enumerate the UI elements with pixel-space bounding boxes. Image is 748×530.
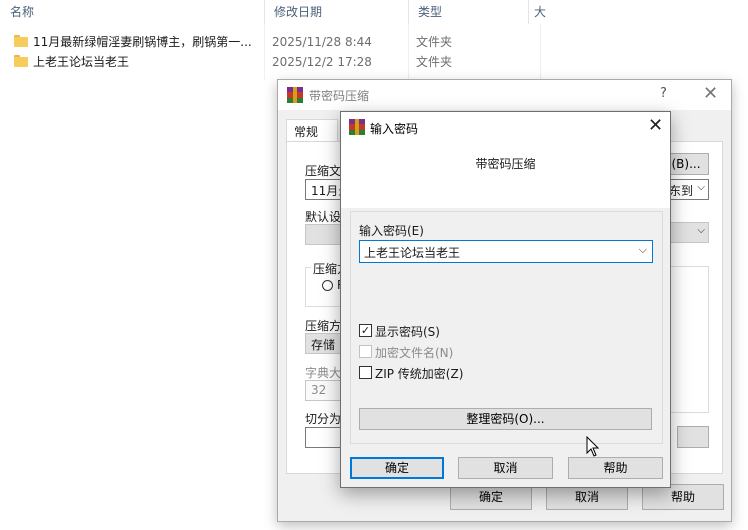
file-row[interactable]: 上老王论坛当老王 2025/12/2 17:28 文件夹 (0, 52, 560, 72)
file-type: 文件夹 (416, 55, 453, 69)
help-icon[interactable]: ? (660, 86, 667, 101)
format-radio[interactable] (322, 280, 333, 291)
dictionary-label: 字典大 (305, 366, 342, 380)
show-password-label: 显示密码(S) (375, 325, 440, 339)
archive-name-label: 压缩文 (305, 164, 342, 178)
split-label: 切分为 (305, 412, 342, 426)
file-type: 文件夹 (416, 35, 453, 49)
column-size[interactable]: 大 (528, 0, 546, 24)
column-type[interactable]: 类型 (408, 0, 442, 24)
file-name: 上老王论坛当老王 (33, 55, 130, 69)
file-date: 2025/12/2 17:28 (272, 55, 372, 69)
zip-legacy-label: ZIP 传统加密(Z) (375, 367, 464, 381)
password-cancel-button[interactable]: 取消 (458, 457, 553, 479)
folder-icon (14, 35, 28, 47)
password-dialog: 输入密码 ✕ 带密码压缩 输入密码(E) 上老王论坛当老王 ⌵ ✓ 显示密码(S… (340, 111, 671, 488)
close-icon[interactable]: ✕ (703, 83, 718, 104)
password-dialog-titlebar[interactable]: 输入密码 ✕ (341, 112, 670, 142)
show-password-checkbox[interactable]: ✓ (359, 324, 372, 337)
password-input[interactable]: 上老王论坛当老王 ⌵ (359, 240, 653, 263)
column-name[interactable]: 名称 (0, 0, 34, 24)
default-profile-label: 默认设 (305, 210, 342, 224)
file-name: 11月最新绿帽淫妻刷锅博主，刷锅第一... (33, 35, 252, 49)
close-icon[interactable]: ✕ (648, 115, 663, 136)
heading-band (341, 142, 670, 208)
chevron-down-icon: ⌵ (697, 182, 705, 193)
password-dialog-heading: 带密码压缩 (475, 157, 536, 171)
mouse-cursor-icon (586, 436, 600, 457)
chevron-down-icon[interactable]: ⌵ (639, 243, 647, 257)
zip-legacy-checkbox[interactable] (359, 366, 372, 379)
encrypt-names-label: 加密文件名(N) (375, 346, 454, 360)
method-label: 压缩方 (305, 319, 342, 333)
folder-icon (14, 55, 28, 67)
organize-passwords-button[interactable]: 整理密码(O)... (359, 408, 652, 430)
password-help-button[interactable]: 帮助 (568, 457, 663, 479)
password-ok-button[interactable]: 确定 (350, 457, 444, 479)
file-row[interactable]: 11月最新绿帽淫妻刷锅博主，刷锅第一... 2025/11/28 8:44 文件… (0, 32, 560, 52)
password-label: 输入密码(E) (359, 224, 424, 238)
encrypt-names-checkbox[interactable] (359, 345, 372, 358)
winrar-icon (349, 119, 365, 135)
chevron-down-icon: ⌵ (697, 225, 705, 236)
password-dialog-title: 输入密码 (370, 122, 419, 136)
explorer-column-header: 名称 修改日期 类型 大 (0, 0, 748, 24)
save-defaults-button[interactable] (677, 426, 709, 448)
tab-general[interactable]: 常规 (286, 119, 338, 142)
winrar-icon (287, 87, 303, 103)
archive-dialog-titlebar[interactable]: 带密码压缩 ? ✕ (278, 80, 731, 110)
column-date[interactable]: 修改日期 (264, 0, 322, 24)
file-date: 2025/11/28 8:44 (272, 35, 372, 49)
archive-dialog-title: 带密码压缩 (309, 89, 370, 103)
